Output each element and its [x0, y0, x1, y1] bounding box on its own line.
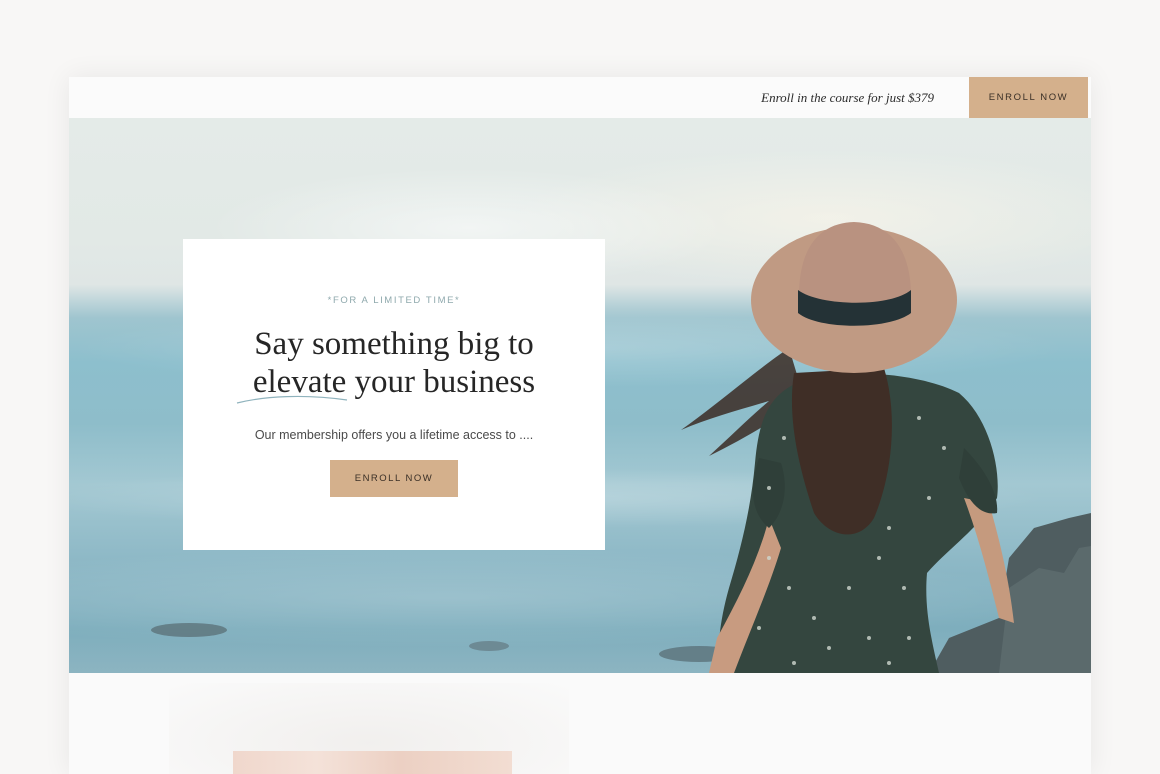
next-section [69, 673, 1091, 774]
hero-card: *FOR A LIMITED TIME* Say something big t… [183, 239, 605, 550]
section-image [233, 751, 512, 774]
hero-subtext: Our membership offers you a lifetime acc… [254, 428, 534, 442]
topbar-enroll-button[interactable]: ENROLL NOW [969, 77, 1088, 118]
announcement-bar: Enroll in the course for just $379 ENROL… [69, 77, 1091, 118]
hero-section: *FOR A LIMITED TIME* Say something big t… [69, 118, 1091, 673]
eyebrow-text: *FOR A LIMITED TIME* [327, 295, 461, 306]
promo-text: Enroll in the course for just $379 [761, 90, 934, 105]
underline-decoration [236, 395, 348, 404]
hero-enroll-button[interactable]: ENROLL NOW [330, 460, 458, 497]
page-frame: Enroll in the course for just $379 ENROL… [69, 77, 1091, 774]
headline-line-1: Say something big to [254, 326, 534, 362]
hero-headline: Say something big to elevate your busine… [183, 325, 605, 401]
